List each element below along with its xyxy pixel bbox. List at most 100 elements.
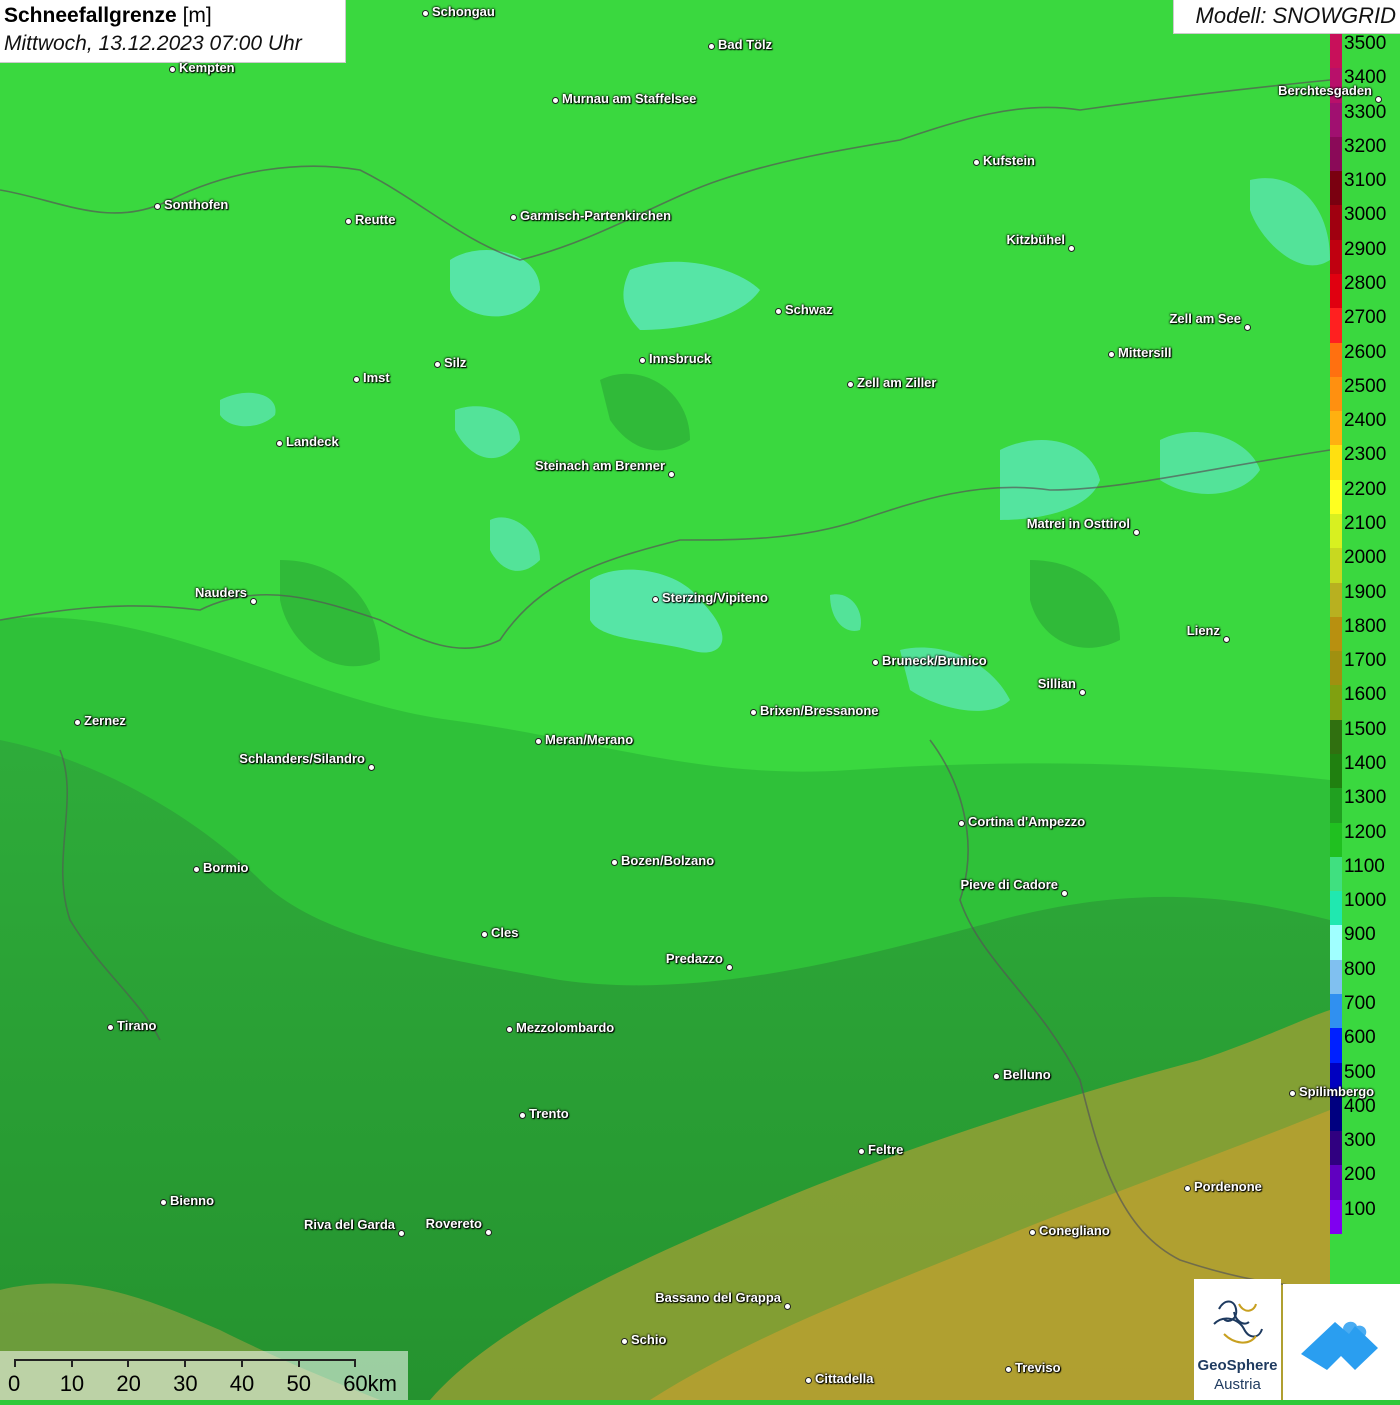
legend-swatch	[1330, 754, 1342, 789]
city-marker	[610, 858, 618, 866]
city-label: Zell am Ziller	[857, 375, 937, 390]
city-label: Rovereto	[425, 1216, 482, 1231]
legend-swatch	[1330, 342, 1342, 378]
legend-swatch	[1330, 1028, 1342, 1064]
scale-tick	[14, 1359, 16, 1367]
city-marker	[857, 1147, 865, 1155]
city-marker	[1132, 528, 1140, 536]
legend-swatch	[1330, 856, 1342, 892]
legend-swatch	[1330, 102, 1342, 138]
city-label: Bruneck/Brunico	[882, 653, 987, 668]
legend-label: 100	[1344, 1198, 1376, 1220]
city-label: Pordenone	[1194, 1179, 1262, 1194]
city-label: Predazzo	[665, 951, 723, 966]
city-marker	[1004, 1365, 1012, 1373]
city-label: Garmisch-Partenkirchen	[520, 208, 672, 223]
scale-tick	[184, 1359, 187, 1367]
city-label: Kempten	[179, 60, 235, 75]
city-label: Bormio	[203, 860, 249, 875]
legend-label: 3300	[1344, 101, 1387, 123]
city-marker	[168, 65, 176, 73]
city-marker	[159, 1198, 167, 1206]
city-label: Cles	[491, 925, 519, 940]
legend-swatch	[1330, 445, 1342, 481]
city-marker	[249, 597, 257, 605]
city-marker	[1222, 635, 1230, 643]
city-label: Zernez	[84, 713, 126, 728]
city-label: Trento	[529, 1106, 569, 1121]
legend-swatch	[1330, 685, 1342, 721]
legend-swatch	[1330, 1165, 1342, 1201]
geosphere-logo: GeoSphere Austria	[1194, 1279, 1281, 1400]
city-marker	[153, 202, 161, 210]
legend-label: 1200	[1344, 821, 1387, 843]
legend-label: 600	[1344, 1027, 1376, 1049]
legend-label: 200	[1344, 1164, 1376, 1186]
legend-swatch	[1330, 994, 1342, 1029]
city-marker	[534, 737, 542, 745]
city-marker	[783, 1302, 791, 1310]
city-marker	[367, 763, 375, 771]
scale-label: 40	[229, 1371, 255, 1396]
legend-swatch	[1330, 891, 1342, 926]
legend-swatch	[1330, 616, 1342, 652]
city-label: Steinach am Brenner	[534, 458, 665, 473]
legend-label: 900	[1344, 924, 1376, 946]
scale-label: 10	[59, 1371, 85, 1396]
logo-text-line2: Austria	[1214, 1376, 1261, 1393]
city-marker	[846, 380, 854, 388]
legend-label: 800	[1344, 958, 1376, 980]
legend-label: 700	[1344, 993, 1376, 1014]
city-label: Meran/Merano	[545, 732, 634, 747]
city-marker	[1243, 323, 1251, 331]
legend-label: 2600	[1344, 341, 1387, 363]
legend-label: 1100	[1344, 855, 1385, 877]
logo-text-line1: GeoSphere	[1197, 1357, 1278, 1374]
city-label: Cittadella	[815, 1371, 874, 1386]
city-label: Silz	[444, 355, 467, 370]
city-label: Mezzolombardo	[516, 1020, 615, 1035]
city-marker	[106, 1023, 114, 1031]
city-marker	[1288, 1089, 1296, 1097]
legend-label: 3500	[1344, 33, 1387, 54]
legend-swatch	[1330, 239, 1342, 275]
city-marker	[1183, 1184, 1191, 1192]
legend-label: 1400	[1344, 753, 1387, 774]
legend-label: 3100	[1344, 170, 1387, 192]
legend-swatch	[1330, 274, 1342, 309]
city-marker	[484, 1228, 492, 1236]
scale-tick	[354, 1359, 357, 1367]
city-marker	[480, 930, 488, 938]
legend-swatch	[1330, 411, 1342, 446]
city-marker	[667, 470, 675, 478]
legend-label: 2700	[1344, 307, 1387, 329]
legend-swatch	[1330, 651, 1342, 686]
city-label: Bassano del Grappa	[655, 1290, 781, 1305]
city-marker	[1107, 350, 1115, 358]
city-marker	[509, 213, 517, 221]
city-label: Kitzbühel	[1006, 232, 1066, 247]
legend-label: 2000	[1344, 547, 1387, 569]
city-label: Belluno	[1003, 1067, 1051, 1082]
legend-label: 1500	[1344, 718, 1387, 740]
city-label: Feltre	[868, 1142, 904, 1157]
legend-label: 1600	[1344, 684, 1387, 706]
city-label: Conegliano	[1039, 1223, 1110, 1238]
city-label: Pieve di Cadore	[960, 877, 1058, 892]
city-marker	[1078, 688, 1086, 696]
geosphere-emblem-icon	[1213, 1300, 1263, 1344]
legend-label: 2100	[1344, 513, 1387, 534]
city-marker	[73, 718, 81, 726]
city-marker	[871, 658, 879, 666]
city-label: Mittersill	[1118, 345, 1172, 360]
scale-tick	[70, 1359, 73, 1367]
map-title-variable: Schneefallgrenze	[4, 4, 177, 27]
city-label: Landeck	[286, 434, 339, 449]
city-label: Nauders	[194, 585, 247, 600]
map-title: Schneefallgrenze [m]	[4, 2, 341, 30]
city-label: Berchtesgaden	[1278, 83, 1372, 98]
city-marker	[992, 1072, 1000, 1080]
legend-label: 1900	[1344, 581, 1387, 603]
legend-label: 2300	[1344, 444, 1387, 466]
scale-tick	[127, 1359, 130, 1367]
